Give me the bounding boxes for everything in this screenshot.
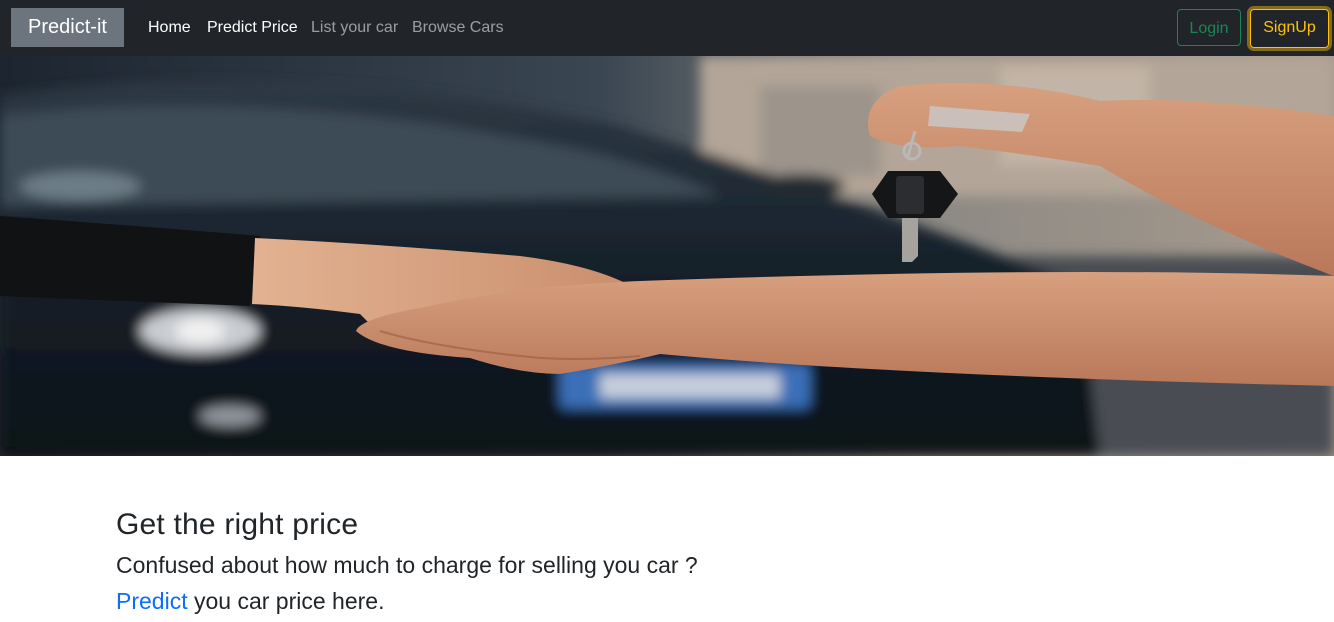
nav-list-your-car[interactable]: List your car: [311, 17, 398, 39]
cta-rest-text: you car price here.: [187, 588, 385, 614]
nav-home[interactable]: Home: [148, 17, 191, 39]
nav-predict-price[interactable]: Predict Price: [207, 17, 298, 39]
nav-browse-cars[interactable]: Browse Cars: [412, 17, 504, 39]
top-navbar: Predict-it Home Predict Price List your …: [0, 0, 1334, 56]
page-heading: Get the right price: [116, 508, 359, 541]
login-button[interactable]: Login: [1177, 9, 1241, 46]
cta-text: Predict you car price here.: [116, 583, 1216, 619]
intro-section: Get the right price Confused about how m…: [116, 505, 1216, 619]
subheading: Confused about how much to charge for se…: [116, 552, 698, 578]
hero-image: [0, 56, 1334, 456]
brand-logo[interactable]: Predict-it: [11, 8, 124, 47]
car-key-handshake-image: [0, 56, 1334, 456]
signup-button[interactable]: SignUp: [1250, 9, 1329, 48]
predict-link[interactable]: Predict: [116, 588, 188, 614]
